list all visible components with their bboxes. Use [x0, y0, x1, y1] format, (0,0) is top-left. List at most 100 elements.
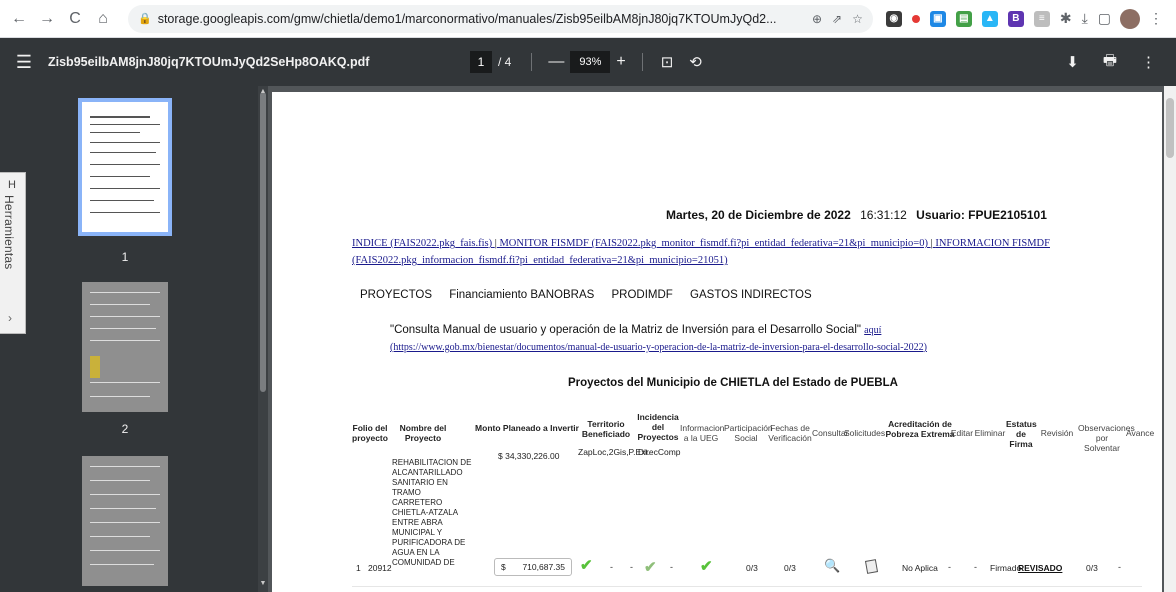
thumbnail-label: 2	[121, 422, 129, 436]
manual-text: "Consulta Manual de usuario y operación …	[390, 324, 861, 336]
lock-icon[interactable]: 🔒	[138, 12, 152, 25]
share-icon[interactable]: ⇗	[832, 12, 842, 26]
row-observaciones: 0/3	[1086, 563, 1098, 573]
pdf-toolbar: ☰ Zisb95eilbAM8jnJ80jq7KTOUmJyQd2SeHp8OA…	[0, 38, 1176, 86]
manual-notice: "Consulta Manual de usuario y operación …	[390, 322, 1090, 356]
puzzle-icon[interactable]: ✱	[1060, 10, 1072, 27]
pdf-actions: ⬇ 🖶 ⋮	[1054, 50, 1168, 75]
tab-proyectos[interactable]: PROYECTOS	[360, 289, 432, 301]
col-info-ueg: Informacion a la UEG	[680, 423, 725, 443]
link-monitor[interactable]: MONITOR FISMDF (FAIS2022.pkg_monitor_fis…	[499, 238, 928, 249]
chevron-right-icon[interactable]: ›	[8, 311, 12, 325]
back-button[interactable]: ←	[8, 8, 30, 30]
search-icon[interactable]: 🔍	[824, 558, 840, 574]
row-info-count: 0/3	[746, 563, 758, 573]
col-monto: Monto Planeado a Invertir	[475, 423, 579, 433]
extension-icon[interactable]	[911, 14, 920, 23]
extension-icon[interactable]: ◉	[885, 10, 902, 27]
zoom-in-button[interactable]: +	[616, 53, 625, 71]
tab-prodimdf[interactable]: PRODIMDF	[612, 289, 673, 301]
extension-icon[interactable]: B	[1007, 10, 1024, 27]
page-thumbnail-1[interactable]	[78, 98, 172, 236]
col-fechas: Fechas de Verificación	[768, 423, 812, 443]
page-total: / 4	[498, 55, 512, 69]
reload-button[interactable]: C	[64, 8, 86, 30]
tab-banobras[interactable]: Financiamiento BANOBRAS	[449, 289, 594, 301]
zoom-input[interactable]: 93%	[570, 51, 611, 73]
forward-button[interactable]: →	[36, 8, 58, 30]
print-icon[interactable]: 🖶	[1103, 50, 1117, 75]
scroll-up-icon[interactable]: ▲	[259, 88, 267, 95]
nav-links: INDICE (FAIS2022.pkg_fais.fis) | MONITOR…	[352, 238, 1050, 266]
extension-icon[interactable]: ▲	[981, 10, 998, 27]
dash-icon: -	[974, 562, 977, 572]
more-icon[interactable]: ⋮	[1149, 10, 1163, 27]
zoom-out-button[interactable]: —	[548, 53, 564, 71]
zoom-icon[interactable]: ⊕	[812, 12, 822, 26]
tab-gastos[interactable]: GASTOS INDIRECTOS	[690, 289, 812, 301]
currency-symbol: $	[501, 562, 506, 572]
report-user: Usuario: FPUE2105101	[916, 208, 1047, 222]
col-solicitudes: Solicitudes	[844, 428, 886, 438]
col-consultar: Consultar	[812, 428, 849, 438]
col-avance: Avance	[1126, 428, 1155, 438]
star-icon[interactable]: ☆	[852, 12, 863, 26]
section-title: Proyectos del Municipio de CHIETLA del E…	[568, 377, 898, 389]
row-estatus: Firmado	[990, 563, 1022, 573]
check-icon: ✔	[580, 557, 593, 574]
extension-icon[interactable]: ≡	[1033, 10, 1050, 27]
tools-side-tab[interactable]: H Herramientas ›	[0, 172, 26, 334]
pdf-controls: 1 / 4 — 93% + ⊡ ⟲	[470, 51, 710, 73]
thumbnail-sidebar: 1 2	[0, 86, 258, 592]
page-number-input[interactable]: 1	[470, 51, 492, 73]
row-acreditacion: No Aplica	[902, 563, 938, 573]
link-indice[interactable]: INDICE (FAIS2022.pkg_fais.fis)	[352, 238, 492, 249]
row-revision-link[interactable]: REVISADO	[1018, 563, 1062, 573]
tools-tab-short: H	[8, 179, 16, 191]
row-monto-box: $ 710,687.35	[494, 558, 572, 576]
col-territorio: Territorio Beneficiado	[581, 419, 631, 439]
page-scroll-thumb[interactable]	[1166, 98, 1174, 158]
divider	[641, 53, 643, 71]
col-revision: Revisión	[1040, 428, 1074, 438]
menu-icon[interactable]: ☰	[0, 52, 48, 73]
row-nombre: REHABILITACION DE ALCANTARILLADO SANITAR…	[392, 458, 472, 567]
pdf-page: Martes, 20 de Diciembre de 2022 16:31:12…	[272, 92, 1162, 592]
dash-icon: -	[948, 562, 951, 572]
pdf-filename: Zisb95eilbAM8jnJ80jq7KTOUmJyQd2SeHp8OAKQ…	[48, 55, 370, 69]
col-nombre: Nombre del Proyecto	[399, 423, 447, 443]
address-bar[interactable]: 🔒 storage.googleapis.com/gmw/chietla/dem…	[128, 4, 873, 33]
scroll-down-icon[interactable]: ▼	[259, 580, 267, 587]
sidepanel-icon[interactable]: ▢	[1098, 10, 1111, 27]
dash-icon: -	[670, 562, 673, 572]
page-thumbnail-3[interactable]	[82, 456, 168, 586]
more-icon[interactable]: ⋮	[1141, 53, 1156, 71]
page-thumbnail-2[interactable]	[82, 282, 168, 412]
avatar[interactable]	[1120, 8, 1140, 29]
row-monto: 710,687.35	[522, 562, 565, 572]
rotate-icon[interactable]: ⟲	[689, 53, 702, 71]
row-divider	[352, 586, 1142, 587]
tools-tab-label: Herramientas	[2, 195, 16, 270]
page-scrollbar[interactable]	[1164, 86, 1176, 592]
col-participacion: Participación Social	[724, 423, 773, 443]
total-amount: $ 34,330,226.00	[498, 451, 560, 461]
home-button[interactable]: ⌂	[92, 8, 114, 30]
edit-note-icon[interactable]	[864, 559, 879, 574]
section-tabs: PROYECTOS Financiamiento BANOBRAS PRODIM…	[360, 289, 826, 301]
thumbnail-label: 1	[121, 250, 129, 264]
row-index: 1	[356, 563, 361, 573]
dash-icon: -	[610, 562, 613, 572]
extension-icon[interactable]: ▣	[929, 10, 946, 27]
row-part-count: 0/3	[784, 563, 796, 573]
download-icon[interactable]: ⤓	[1082, 10, 1088, 27]
extension-icon[interactable]: ▤	[955, 10, 972, 27]
divider	[531, 53, 533, 71]
col-estatus: Estatus de Firma	[1006, 419, 1037, 449]
download-icon[interactable]: ⬇	[1066, 53, 1079, 71]
fit-page-icon[interactable]: ⊡	[661, 53, 674, 71]
report-date: Martes, 20 de Diciembre de 2022	[666, 208, 851, 222]
browser-toolbar: ← → C ⌂ 🔒 storage.googleapis.com/gmw/chi…	[0, 0, 1176, 38]
col-folio: Folio del proyecto	[352, 423, 388, 443]
sidebar-scroll-thumb[interactable]	[260, 92, 266, 392]
